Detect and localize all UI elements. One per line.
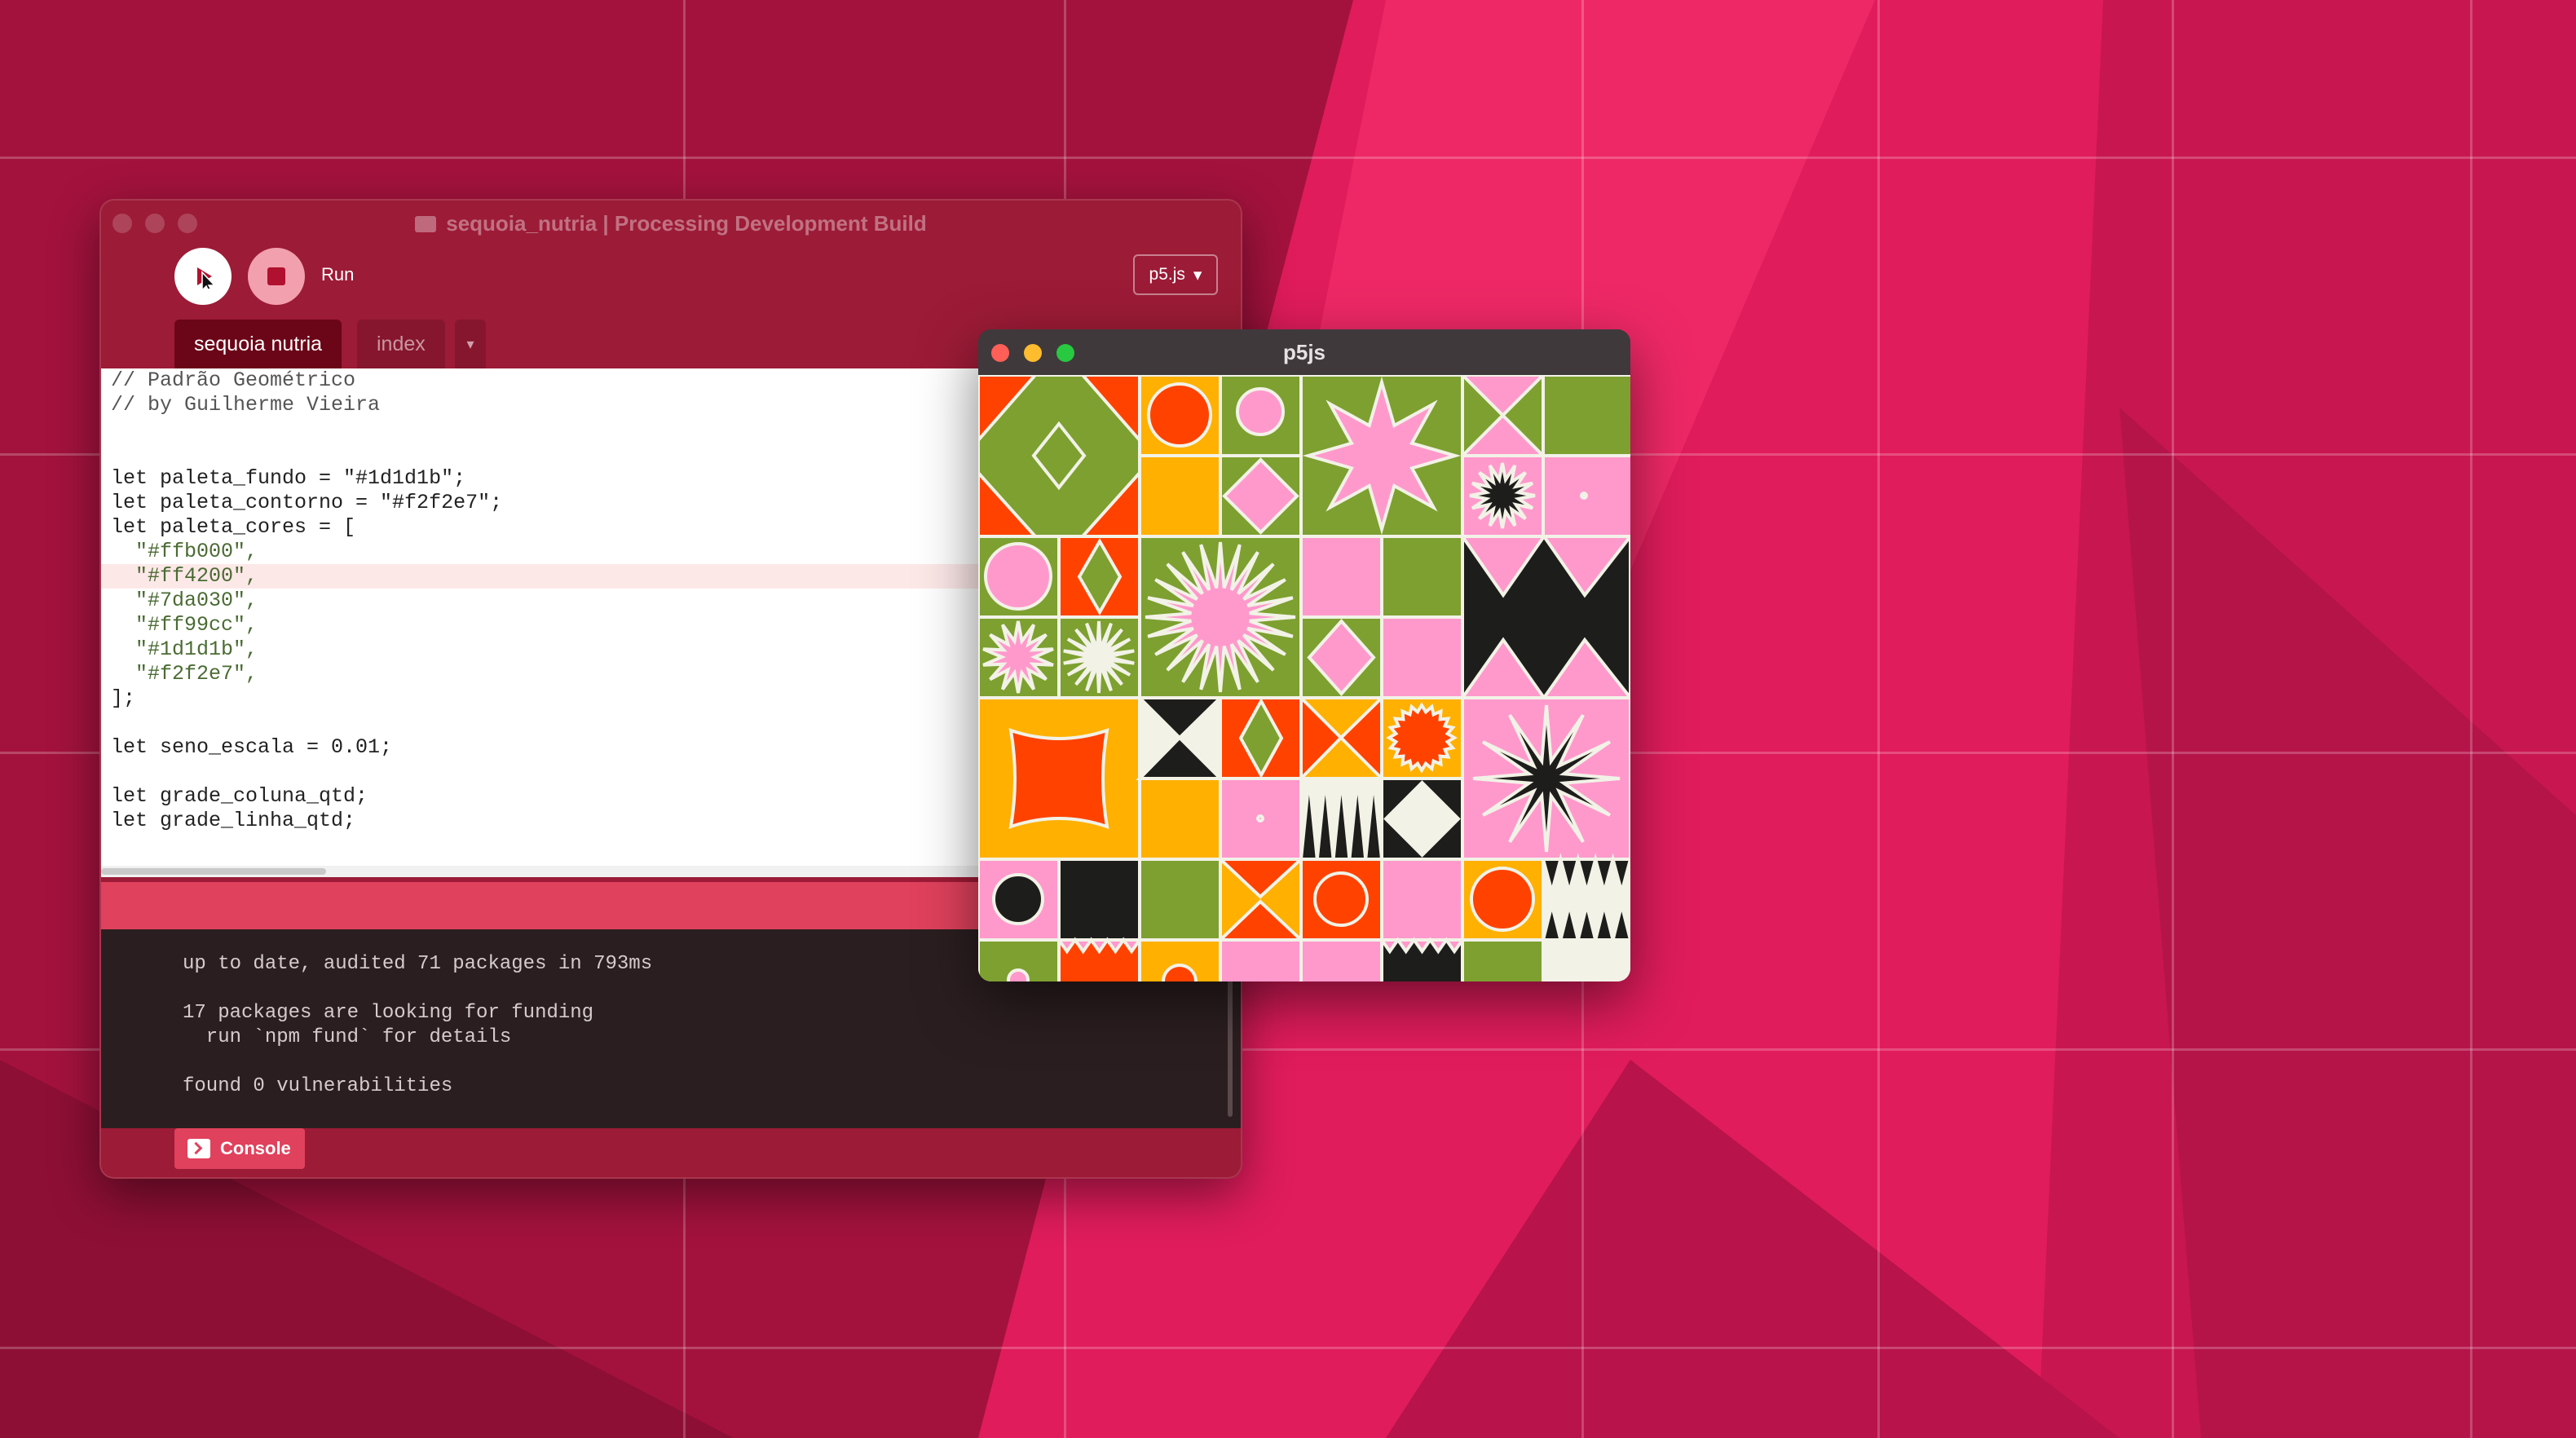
play-icon [197,267,215,289]
chevron-down-icon: ▾ [1193,265,1202,285]
pattern-shape [1219,938,1303,981]
p5js-sketch-window: p5js [978,329,1630,981]
pattern-shape [1236,387,1285,436]
pattern-shape [1313,871,1369,927]
pattern-shape [1147,382,1212,448]
code-line: "#f2f2e7", [111,662,258,686]
console-tab[interactable]: Console [174,1128,305,1169]
code-line: let paleta_contorno = "#f2f2e7"; [111,491,503,514]
pattern-shape [1542,375,1630,457]
pattern-shape [1138,777,1222,861]
run-label: Run [321,264,355,285]
code-line: "#1d1d1b", [111,637,258,661]
pattern-shape [992,873,1044,925]
code-line: let grade_coluna_qtd; [111,784,368,808]
code-line: // by Guilherme Vieira [111,393,381,417]
scrollbar-thumb[interactable] [101,868,326,875]
code-line: "#7da030", [111,589,258,612]
pattern-shape [1461,938,1545,981]
code-line: "#ff99cc", [111,613,258,637]
code-line: let seno_escala = 0.01; [111,735,393,759]
console-scrollbar[interactable] [1228,978,1233,1117]
console-tab-label: Console [220,1138,291,1158]
pattern-shape [1138,858,1222,942]
pattern-shape [1302,376,1462,536]
p5js-titlebar: p5js [978,329,1630,375]
pattern-shape [1470,867,1535,932]
pattern-shape [1380,535,1464,619]
tab-sequoia-nutria[interactable]: sequoia nutria [174,320,342,368]
code-line: let grade_linha_qtd; [111,809,356,832]
run-button[interactable] [174,248,232,305]
horizontal-scrollbar[interactable] [101,866,990,877]
pattern-shape [984,542,1052,611]
code-line: ]; [111,686,136,710]
terminal-icon [187,1139,210,1158]
pattern-shape [1542,938,1630,981]
p5js-window-title: p5js [1282,340,1326,364]
pattern-shape [1469,462,1536,529]
console-line: 17 packages are looking for funding [183,1002,594,1024]
pattern-shape [1145,541,1296,693]
code-editor[interactable]: // Padrão Geométrico // by Guilherme Vie… [101,368,990,877]
console-line: run `npm fund` for details [183,1026,512,1048]
folder-icon [415,216,437,232]
code-line-highlighted: "#ff4200", [101,564,990,589]
pattern-shape [1057,858,1141,942]
stop-icon [267,267,285,285]
console-line: found 0 vulnerabilities [183,1075,453,1097]
pattern-shape [1380,615,1464,699]
pattern-shape [1380,858,1464,942]
window-title-text: sequoia_nutria | Processing Development … [446,211,927,236]
pattern-shape [1256,814,1264,823]
code-line: let paleta_fundo = "#1d1d1b"; [111,466,466,490]
pattern-shape [1580,492,1588,500]
stop-button[interactable] [248,248,305,305]
tab-index[interactable]: index [357,320,445,368]
pattern-shape [1299,535,1383,619]
pattern-shape [1138,454,1222,538]
mode-selector[interactable]: p5.js ▾ [1133,254,1218,295]
pattern-shape [1008,728,1109,829]
window-title: sequoia_nutria | Processing Development … [101,205,1241,241]
mode-label: p5.js [1149,265,1185,284]
pattern-shape [1299,938,1383,981]
pattern-shape [1007,968,1030,981]
code-line: "#ffb000", [111,540,258,563]
code-line: let paleta_cores = [ [111,515,356,539]
tab-menu-button[interactable]: ▾ [455,320,486,368]
sketch-canvas[interactable] [978,375,1630,981]
code-line: // Padrão Geométrico [111,368,356,392]
